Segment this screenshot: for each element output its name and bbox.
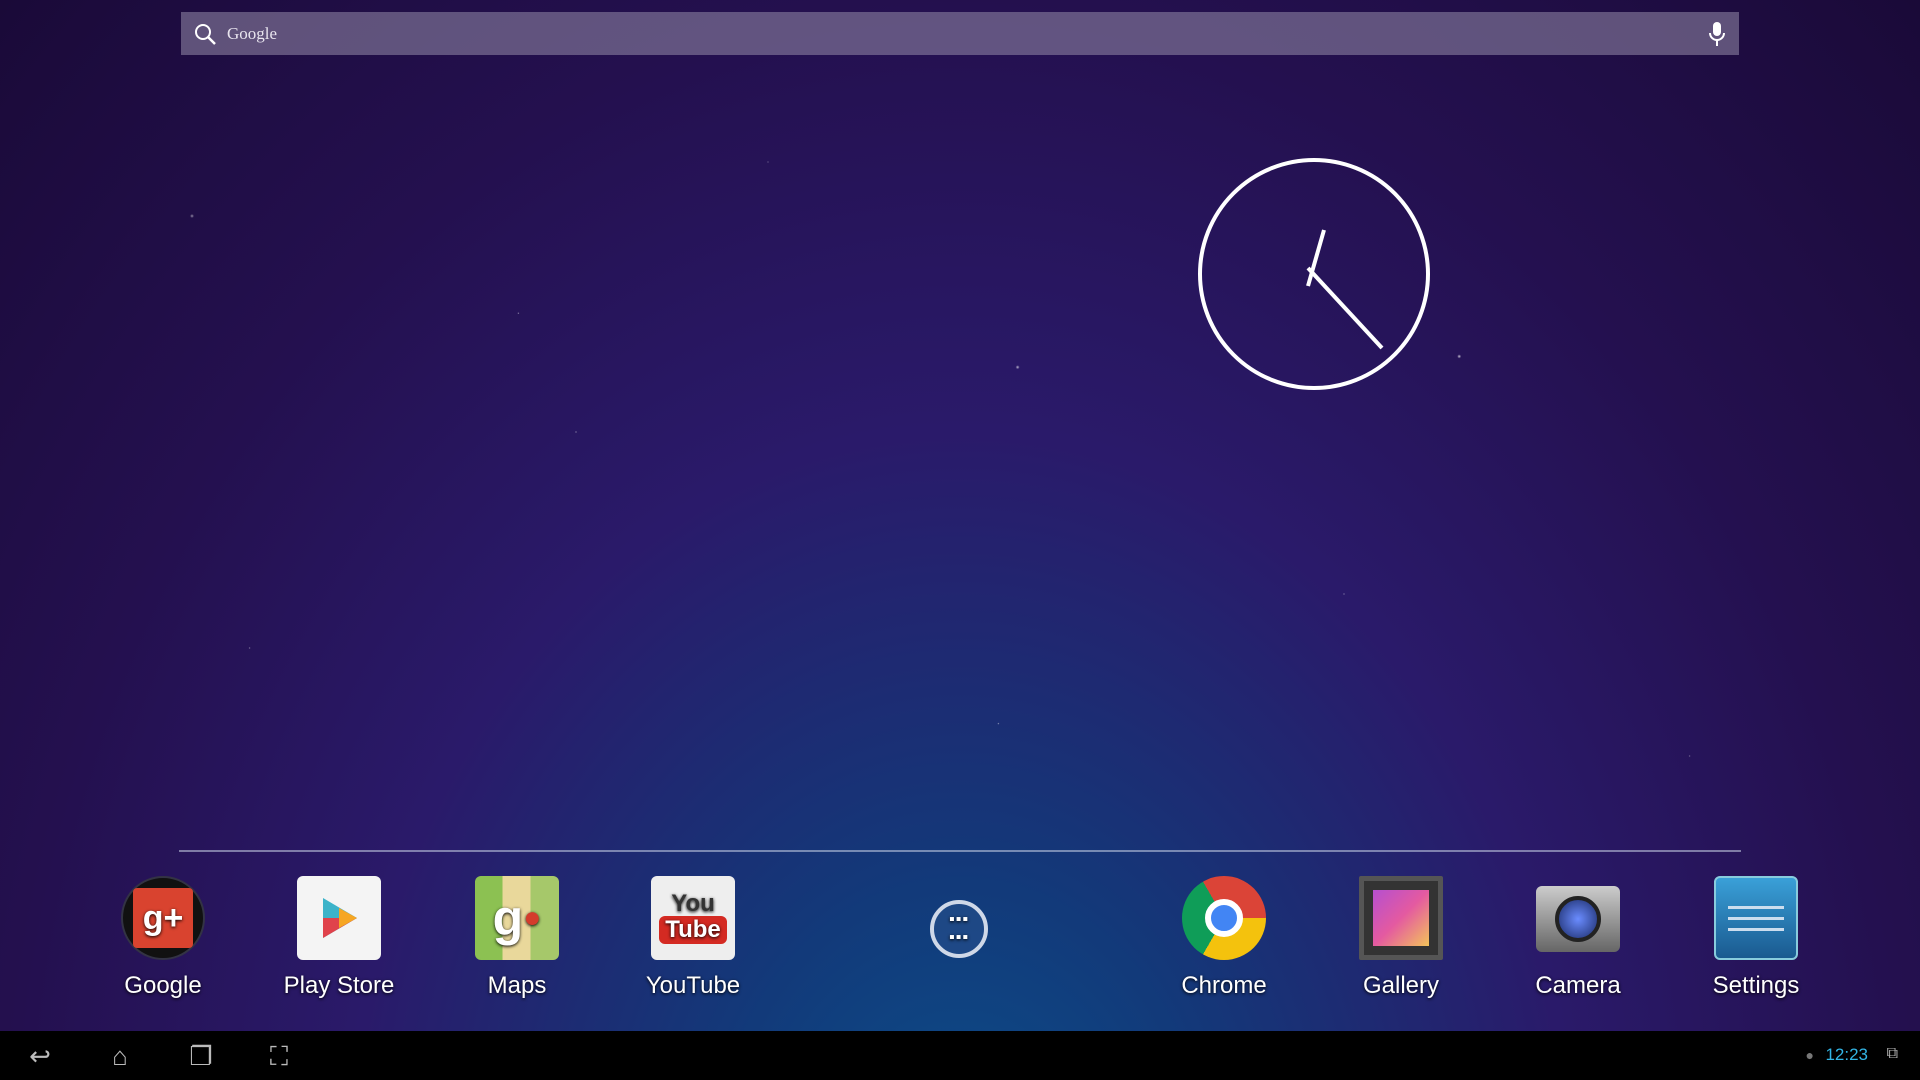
app-label: Chrome (1181, 972, 1267, 999)
app-youtube[interactable]: You Tube YouTube (618, 876, 768, 1000)
app-settings[interactable]: Settings (1681, 876, 1831, 1000)
app-label: Maps (487, 972, 547, 999)
microphone-icon[interactable] (1707, 21, 1727, 47)
gallery-icon (1359, 876, 1443, 960)
android-notification-icon[interactable]: ● (1806, 1047, 1814, 1063)
screenshot-button[interactable]: ⛶ (259, 1041, 299, 1071)
play-store-icon (297, 876, 381, 960)
camera-icon (1536, 886, 1620, 952)
screenshot-icon: ⛶ (269, 1041, 289, 1071)
app-google[interactable]: g+ Google (88, 876, 238, 1000)
app-label: Google (124, 972, 202, 999)
home-button[interactable]: ⌂ (100, 1041, 140, 1071)
settings-icon (1714, 876, 1798, 960)
app-chrome[interactable]: Chrome (1149, 876, 1299, 1000)
home-icon: ⌂ (112, 1041, 128, 1071)
app-label: Camera (1535, 972, 1621, 999)
back-button[interactable]: ↩ (20, 1041, 60, 1071)
app-label: Settings (1712, 972, 1800, 999)
app-label: YouTube (645, 972, 741, 999)
search-placeholder: Google (227, 23, 278, 43)
network-icon[interactable]: ⧉ (1887, 1045, 1898, 1063)
app-play-store[interactable]: Play Store (264, 876, 414, 1000)
navigation-bar: ↩ ⌂ ❐ ⛶ ● 12:23 ⧉ (0, 1031, 1920, 1080)
recent-apps-button[interactable]: ❐ (181, 1041, 221, 1071)
status-time[interactable]: 12:23 (1825, 1045, 1868, 1065)
app-gallery[interactable]: Gallery (1326, 876, 1476, 1000)
app-label: Play Store (283, 972, 395, 999)
all-apps-icon: ▪▪▪ ▪▪▪ (930, 900, 988, 958)
app-label: Gallery (1362, 972, 1440, 999)
maps-icon: g ● (475, 876, 559, 960)
minute-hand (1306, 266, 1384, 350)
app-maps[interactable]: g ● Maps (442, 876, 592, 1000)
youtube-icon: You Tube (651, 876, 735, 960)
google-search-bar[interactable]: Google (181, 12, 1739, 55)
search-icon (195, 23, 216, 45)
app-camera[interactable]: Camera (1503, 876, 1653, 1000)
all-apps-button[interactable]: ▪▪▪ ▪▪▪ (884, 900, 1034, 970)
back-icon: ↩ (29, 1041, 51, 1071)
chrome-icon (1182, 876, 1266, 960)
google-plus-icon: g+ (121, 876, 205, 960)
dock-divider (179, 850, 1741, 852)
recent-apps-icon: ❐ (189, 1041, 213, 1071)
analog-clock-widget[interactable] (1196, 156, 1432, 392)
